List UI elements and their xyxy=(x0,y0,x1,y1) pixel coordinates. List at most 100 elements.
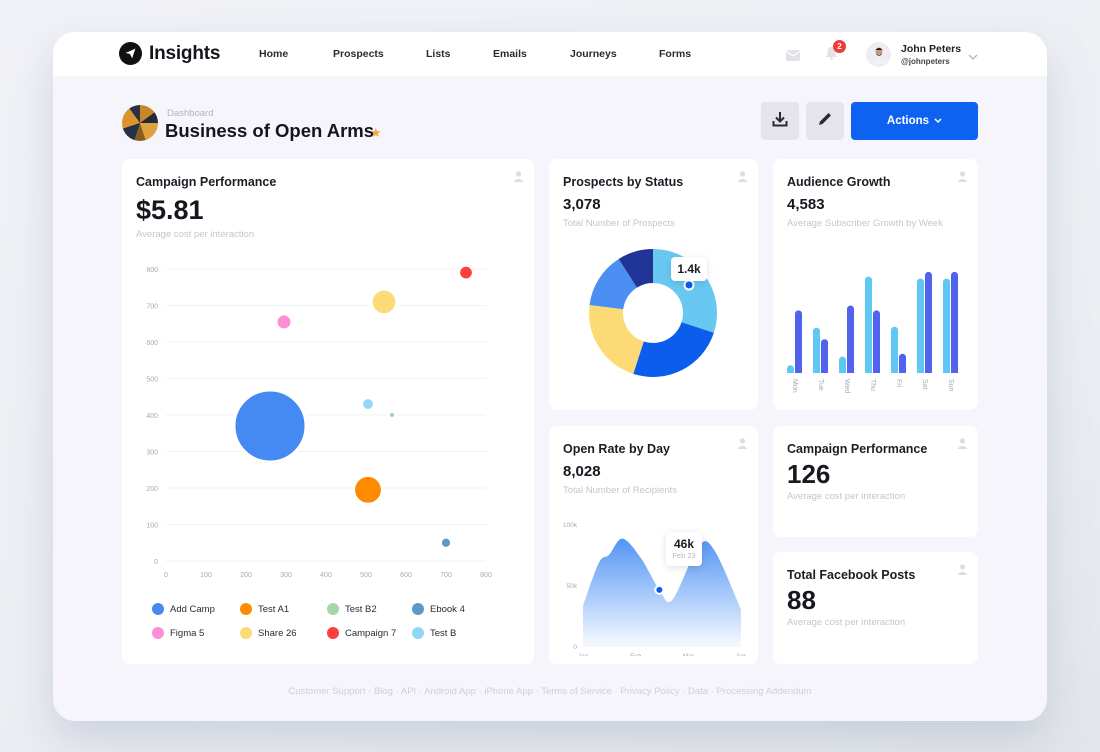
bar xyxy=(873,310,880,376)
bar xyxy=(795,310,802,376)
footer-link[interactable]: Privacy Policy xyxy=(620,686,679,697)
star-icon[interactable]: ★ xyxy=(370,125,382,141)
user-icon[interactable] xyxy=(737,169,748,187)
donut-tooltip: 1.4k xyxy=(671,257,707,281)
bubble xyxy=(369,287,399,317)
campaign-performance-card: Campaign Performance $5.81 Average cost … xyxy=(122,159,534,664)
legend-label: Ebook 4 xyxy=(430,603,465,615)
card-subtitle: Average cost per interaction xyxy=(136,229,255,240)
legend-swatch xyxy=(327,603,339,615)
x-tick-label: Thu xyxy=(869,379,876,391)
legend-item[interactable]: Share 26 xyxy=(240,627,297,639)
user-avatar[interactable] xyxy=(866,42,891,67)
legend-swatch xyxy=(152,627,164,639)
legend-item[interactable]: Figma 5 xyxy=(152,627,204,639)
x-tick-label: Sun xyxy=(947,379,954,392)
x-tick-label: 800 xyxy=(480,572,492,579)
actions-button[interactable]: Actions xyxy=(851,102,978,140)
x-tick-label: Feb xyxy=(630,653,642,656)
user-icon[interactable] xyxy=(957,436,968,454)
open-rate-card: Open Rate by Day 8,028 Total Number of R… xyxy=(549,426,758,664)
legend-item[interactable]: Add Camp xyxy=(152,603,215,615)
audience-growth-card: Audience Growth 4,583 Average Subscriber… xyxy=(773,159,978,410)
card-value: 88 xyxy=(787,585,816,615)
area-marker xyxy=(654,584,665,595)
top-navbar: Insights Home Prospects Lists Emails Jou… xyxy=(53,32,1047,76)
legend-label: Campaign 7 xyxy=(345,627,397,639)
y-tick-label: 300 xyxy=(146,450,158,457)
user-icon[interactable] xyxy=(737,436,748,454)
pencil-icon xyxy=(817,111,833,132)
tooltip-value: 46k xyxy=(673,537,695,551)
y-tick-label: 0 xyxy=(154,559,158,566)
legend-item[interactable]: Test B2 xyxy=(327,603,377,615)
prospects-by-status-card: Prospects by Status 3,078 Total Number o… xyxy=(549,159,758,410)
business-avatar xyxy=(122,105,158,141)
x-tick-label: 700 xyxy=(440,572,452,579)
bubble xyxy=(274,312,294,332)
y-tick-label: 700 xyxy=(146,304,158,311)
mail-icon[interactable] xyxy=(785,48,801,66)
legend-label: Test B xyxy=(430,627,457,639)
donut-chart xyxy=(589,249,717,377)
bubble xyxy=(386,409,398,421)
bar-chart: Mon Tue Wed Thu Fri Sat Sun xyxy=(773,271,978,393)
legend-swatch xyxy=(412,627,424,639)
footer-link[interactable]: iPhone App xyxy=(484,686,533,697)
legend-item[interactable]: Ebook 4 xyxy=(412,603,465,615)
legend-swatch xyxy=(412,603,424,615)
legend-swatch xyxy=(240,603,252,615)
x-tick-label: Mar xyxy=(683,653,695,656)
nav-emails[interactable]: Emails xyxy=(493,48,527,60)
nav-home[interactable]: Home xyxy=(259,48,288,60)
card-subtitle: Average cost per interaction xyxy=(787,491,906,502)
bubble xyxy=(438,535,454,550)
x-tick-label: Fri xyxy=(895,379,902,388)
footer-link[interactable]: Processing Addendum xyxy=(717,686,812,697)
y-tick-label: 0 xyxy=(573,644,577,651)
user-icon[interactable] xyxy=(513,169,524,187)
separator: · xyxy=(708,686,717,697)
breadcrumb[interactable]: Dashboard xyxy=(167,108,213,119)
legend-label: Figma 5 xyxy=(170,627,205,639)
nav-lists[interactable]: Lists xyxy=(426,48,451,60)
nav-journeys[interactable]: Journeys xyxy=(570,48,617,60)
y-tick-label: 50k xyxy=(567,583,578,590)
x-tick-label: 300 xyxy=(280,572,292,579)
nav-prospects[interactable]: Prospects xyxy=(333,48,384,60)
footer-link[interactable]: Android App xyxy=(424,686,476,697)
chevron-down-icon[interactable] xyxy=(968,48,978,66)
baseline-mask xyxy=(773,373,978,377)
footer-link[interactable]: Data xyxy=(688,686,708,697)
user-icon[interactable] xyxy=(957,562,968,580)
card-subtitle: Total Number of Prospects xyxy=(563,218,675,229)
footer-link[interactable]: Blog xyxy=(374,686,393,697)
legend-item[interactable]: Campaign 7 xyxy=(327,627,396,639)
legend-item[interactable]: Test B xyxy=(412,627,456,639)
x-tick-label: 600 xyxy=(400,572,412,579)
card-value: 4,583 xyxy=(787,196,825,213)
bubble-chart: 0 100 200 300 400 500 600 700 800 0 100 200 300 400 50… xyxy=(146,263,492,579)
x-tick-label: 400 xyxy=(320,572,332,579)
bar xyxy=(899,353,906,376)
legend-item[interactable]: Test A1 xyxy=(240,603,289,615)
x-tick-label: Jan xyxy=(578,653,589,656)
user-icon[interactable] xyxy=(957,169,968,187)
x-tick-label: 0 xyxy=(164,572,168,579)
bar xyxy=(951,271,958,376)
separator: · xyxy=(416,686,425,697)
card-value: 3,078 xyxy=(563,196,601,213)
nav-forms[interactable]: Forms xyxy=(659,48,691,60)
x-tick-label: Mon xyxy=(791,379,798,393)
footer-link[interactable]: API xyxy=(401,686,416,697)
legend-swatch xyxy=(240,627,252,639)
y-tick-label: 100k xyxy=(563,522,578,529)
download-button[interactable] xyxy=(761,102,799,140)
app-logo[interactable]: Insights xyxy=(119,42,220,65)
campaign-performance-small-card: Campaign Performance 126 Average cost pe… xyxy=(773,426,978,537)
edit-button[interactable] xyxy=(806,102,844,140)
bubble xyxy=(232,388,308,464)
footer-link[interactable]: Terms of Service xyxy=(541,686,612,697)
footer-link[interactable]: Customer Support xyxy=(288,686,365,697)
donut-marker xyxy=(683,279,695,291)
